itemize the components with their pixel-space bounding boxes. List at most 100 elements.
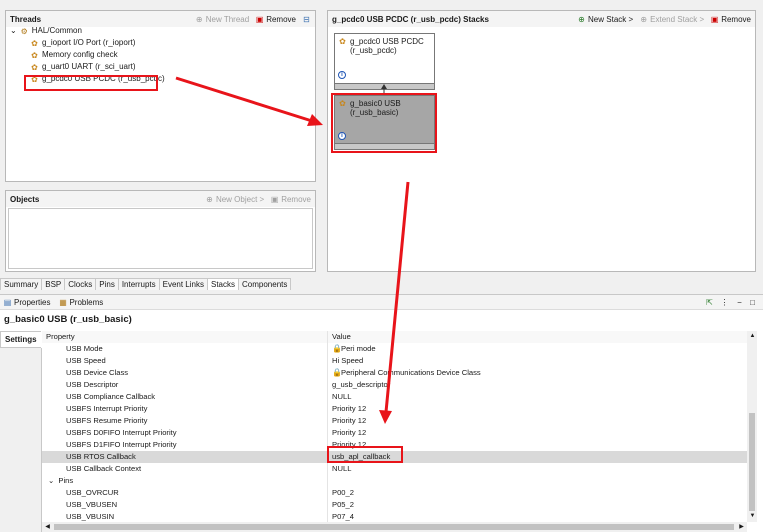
chevron-down-icon[interactable]: ⌄ [48,476,54,485]
table-row[interactable]: USB Mode 🔒Peri mode [42,343,747,355]
tab-event-links[interactable]: Event Links [158,278,208,290]
horizontal-scrollbar[interactable]: ◀ ▶ [42,522,747,532]
minimize-icon[interactable]: − [735,298,744,307]
table-row[interactable]: USB_OVRCUR P00_2 [42,487,747,499]
scroll-right-icon[interactable]: ▶ [737,523,746,532]
objects-panel: Objects ⊕ New Object > ▣ Remove [5,190,316,272]
property-value[interactable]: 🔒Peripheral Communications Device Class [332,367,481,379]
remove-stack-label: Remove [721,14,751,24]
stack-module-name: g_pcdc0 USB PCDC [350,37,424,46]
module-icon: ✿ [31,38,38,48]
tab-problems[interactable]: ▦ Problems [58,298,103,307]
properties-title: g_basic0 USB (r_usb_basic) [4,314,132,325]
remove-thread-button[interactable]: ▣ Remove [255,15,296,24]
new-thread-label: New Thread [205,14,250,24]
table-row[interactable]: USB Speed Hi Speed [42,355,747,367]
scroll-down-icon[interactable]: ▼ [748,512,757,521]
property-name: USB Callback Context [42,463,328,475]
open-icon[interactable]: ⇱ [705,298,714,307]
property-value[interactable]: P05_2 [332,499,354,511]
scroll-thumb[interactable] [749,413,755,511]
remove-object-button[interactable]: ▣ Remove [270,195,311,204]
tab-properties[interactable]: ▤ Properties [3,298,51,307]
property-name: USB_VBUSEN [42,499,328,511]
property-value[interactable]: 🔒Peri mode [332,343,376,355]
property-name: USB Compliance Callback [42,391,328,403]
table-row[interactable]: USBFS D0FIFO Interrupt Priority Priority … [42,427,747,439]
table-group-row[interactable]: ⌄ Pins [42,475,747,487]
stack-module-driver: (r_usb_pcdc) [350,46,397,55]
property-name: USB Descriptor [42,379,328,391]
column-value: Value [332,332,351,341]
property-name: USB Mode [42,343,328,355]
scroll-up-icon[interactable]: ▲ [748,332,757,341]
tab-components[interactable]: Components [238,278,292,290]
table-row[interactable]: USBFS Resume Priority Priority 12 [42,415,747,427]
stacks-title: g_pcdc0 USB PCDC (r_usb_pcdc) Stacks [332,14,489,24]
maximize-icon[interactable]: □ [748,298,757,307]
property-value[interactable]: g_usb_descriptor [332,379,390,391]
table-row[interactable]: USB_VBUSIN P07_4 [42,511,747,522]
remove-thread-label: Remove [266,14,296,24]
table-row[interactable]: USB_VBUSEN P05_2 [42,499,747,511]
table-row[interactable]: USBFS Interrupt Priority Priority 12 [42,403,747,415]
tree-root[interactable]: ⌄ ⚙ HAL/Common [8,25,313,37]
view-menu-icon[interactable]: ⋮ [720,298,729,307]
scroll-thumb[interactable] [54,524,734,530]
threads-panel: Threads ⊕ New Thread ▣ Remove ⊟ ⌄ ⚙ HAL/Co… [5,10,316,182]
table-row[interactable]: USB Compliance Callback NULL [42,391,747,403]
settings-sidebar [0,348,42,532]
lock-icon: 🔒 [332,344,342,353]
property-value[interactable]: Hi Speed [332,355,363,367]
property-value[interactable]: NULL [332,463,351,475]
collapse-button[interactable]: ⊟ [302,15,311,24]
property-value[interactable]: Priority 12 [332,415,366,427]
property-value[interactable]: Priority 12 [332,427,366,439]
remove-stack-button[interactable]: ▣ Remove [710,15,751,24]
new-object-button[interactable]: ⊕ New Object > [205,195,264,204]
tree-item[interactable]: ✿ Memory config check [8,49,313,61]
objects-body [8,208,313,269]
table-row[interactable]: USB Callback Context NULL [42,463,747,475]
lock-icon: 🔒 [332,368,342,377]
vertical-scrollbar[interactable]: ▲ ▼ [747,331,757,522]
property-name: USB Speed [42,355,328,367]
stack-module-header: ✿ g_pcdc0 USB PCDC (r_usb_pcdc) [338,37,424,55]
property-value[interactable]: P00_2 [332,487,354,499]
tab-summary[interactable]: Summary [0,278,43,290]
property-value-text: Peripheral Communications Device Class [341,368,481,377]
stack-highlight-box [331,93,437,153]
settings-tab[interactable]: Settings [0,331,41,348]
property-value[interactable]: P07_4 [332,511,354,522]
problems-tab-label: Problems [69,297,104,307]
chevron-down-icon[interactable]: ⌄ [10,25,17,37]
table-row[interactable]: USB Descriptor g_usb_descriptor [42,379,747,391]
add-icon: ⊕ [578,14,585,24]
tab-stacks[interactable]: Stacks [206,278,239,290]
stack-module-pcdc[interactable]: ✿ g_pcdc0 USB PCDC (r_usb_pcdc) i [334,33,435,90]
new-stack-button[interactable]: ⊕ New Stack > [577,15,633,24]
property-value-text: Peri mode [341,344,376,353]
tab-clocks[interactable]: Clocks [64,278,97,290]
tree-item[interactable]: ✿ g_uart0 UART (r_sci_uart) [8,61,313,73]
scroll-left-icon[interactable]: ◀ [43,523,52,532]
tab-interrupts[interactable]: Interrupts [117,278,160,290]
column-property: Property [42,331,328,343]
extend-stack-button[interactable]: ⊕ Extend Stack > [639,15,704,24]
tree-item[interactable]: ✿ g_ioport I/O Port (r_ioport) [8,37,313,49]
property-name: USBFS Interrupt Priority [42,403,328,415]
new-thread-button[interactable]: ⊕ New Thread [195,15,249,24]
table-row[interactable]: USB Device Class 🔒Peripheral Communicatio… [42,367,747,379]
property-name: USB_VBUSIN [42,511,328,522]
remove-icon: ▣ [270,194,279,204]
remove-object-label: Remove [281,194,311,204]
tab-pins[interactable]: Pins [95,278,119,290]
info-icon[interactable]: i [338,71,346,79]
tab-bsp[interactable]: BSP [41,278,66,290]
new-stack-label: New Stack > [588,14,634,24]
new-object-label: New Object > [215,194,265,204]
property-value[interactable]: Priority 12 [332,403,366,415]
property-value[interactable]: NULL [332,391,351,403]
tree-item-label: g_uart0 UART (r_sci_uart) [42,62,136,71]
property-group-label: Pins [58,476,74,485]
